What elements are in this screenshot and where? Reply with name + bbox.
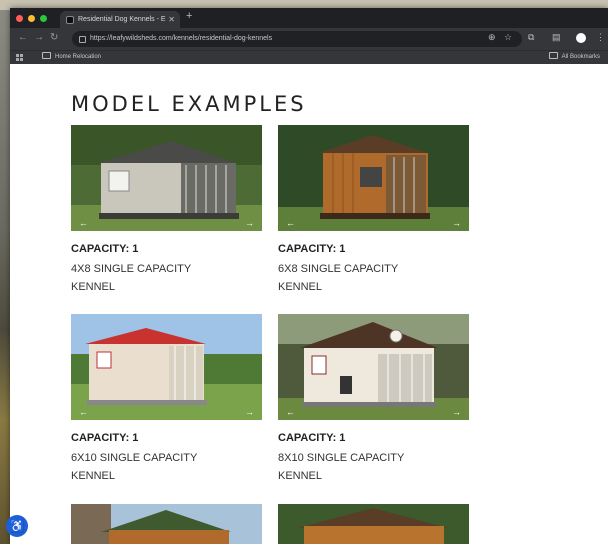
- kennel-photo-partial-2[interactable]: [278, 504, 469, 544]
- model-description: 4X8 SINGLE CAPACITY KENNEL: [71, 263, 192, 293]
- carousel-prev-icon[interactable]: ←: [79, 218, 88, 228]
- back-icon[interactable]: ←: [18, 32, 28, 43]
- site-info-icon[interactable]: [79, 36, 86, 43]
- carousel-prev-icon[interactable]: ←: [286, 218, 295, 228]
- bookmark-home-relocation[interactable]: Home Relocation: [42, 51, 101, 64]
- carousel-next-icon[interactable]: →: [245, 407, 254, 417]
- close-tab-icon[interactable]: ✕: [168, 11, 175, 28]
- carousel-prev-icon[interactable]: ←: [79, 407, 88, 417]
- minimize-window-button[interactable]: [28, 15, 35, 22]
- apps-grid-icon[interactable]: [16, 54, 23, 61]
- kennel-photo-4x8[interactable]: ← →: [71, 125, 262, 231]
- kennel-card-partial-2: [278, 504, 469, 544]
- window-controls: [16, 15, 47, 22]
- carousel-next-icon[interactable]: →: [452, 218, 461, 228]
- profile-avatar[interactable]: [576, 33, 586, 43]
- capacity-label: CAPACITY: 1: [278, 243, 346, 255]
- side-panel-icon[interactable]: ▤: [552, 32, 561, 43]
- maximize-window-button[interactable]: [40, 15, 47, 22]
- carousel-next-icon[interactable]: →: [245, 218, 254, 228]
- browser-tab[interactable]: Residential Dog Kennels - E ✕: [60, 11, 180, 28]
- kennel-card-6x8: ← → CAPACITY: 1 6X8 SINGLE CAPACITY KENN…: [278, 125, 469, 296]
- carousel-prev-icon[interactable]: ←: [286, 407, 295, 417]
- folder-icon: [548, 52, 558, 59]
- carousel-next-icon[interactable]: →: [452, 407, 461, 417]
- bookmarks-bar: Home Relocation All Bookmarks: [10, 50, 608, 64]
- kennel-photo-6x10[interactable]: ← →: [71, 314, 262, 420]
- page-content: MODEL EXAMPLES ← → CAPACITY: 1 4X8 SINGL…: [10, 64, 608, 544]
- install-icon[interactable]: ⊕: [488, 32, 496, 43]
- capacity-label: CAPACITY: 1: [71, 432, 139, 444]
- kennel-photo-8x10[interactable]: ← →: [278, 314, 469, 420]
- reload-icon[interactable]: ↻: [50, 32, 58, 43]
- toolbar: ← → ↻ https://leafywildsheds.com/kennels…: [10, 28, 608, 50]
- capacity-label: CAPACITY: 1: [71, 243, 139, 255]
- forward-icon[interactable]: →: [34, 32, 44, 43]
- kennel-card-6x10: ← → CAPACITY: 1 6X10 SINGLE CAPACITY KEN…: [71, 314, 262, 485]
- kennel-card-8x10: ← → CAPACITY: 1 8X10 SINGLE CAPACITY KEN…: [278, 314, 469, 485]
- page-title: MODEL EXAMPLES: [71, 92, 307, 116]
- star-icon[interactable]: ☆: [504, 32, 512, 43]
- model-description: 8X10 SINGLE CAPACITY KENNEL: [278, 452, 405, 482]
- menu-icon[interactable]: ⋮: [596, 32, 605, 43]
- new-tab-icon[interactable]: +: [186, 10, 192, 22]
- close-window-button[interactable]: [16, 15, 23, 22]
- address-bar[interactable]: https://leafywildsheds.com/kennels/resid…: [72, 31, 522, 47]
- capacity-label: CAPACITY: 1: [278, 432, 346, 444]
- favicon-icon: [66, 16, 74, 24]
- kennel-photo-6x8[interactable]: ← →: [278, 125, 469, 231]
- browser-window: Residential Dog Kennels - E ✕ + ← → ↻ ht…: [10, 8, 608, 544]
- tab-bar: Residential Dog Kennels - E ✕ +: [10, 8, 608, 28]
- model-description: 6X8 SINGLE CAPACITY KENNEL: [278, 263, 399, 293]
- kennel-card-4x8: ← → CAPACITY: 1 4X8 SINGLE CAPACITY KENN…: [71, 125, 262, 296]
- all-bookmarks[interactable]: All Bookmarks: [548, 51, 600, 64]
- url-text: https://leafywildsheds.com/kennels/resid…: [90, 35, 273, 42]
- extensions-icon[interactable]: ⧉: [528, 32, 534, 43]
- kennel-photo-partial-1[interactable]: [71, 504, 262, 544]
- kennel-card-partial-1: [71, 504, 262, 544]
- model-description: 6X10 SINGLE CAPACITY KENNEL: [71, 452, 198, 482]
- folder-icon: [42, 52, 51, 59]
- tab-title: Residential Dog Kennels - E: [78, 16, 166, 23]
- accessibility-icon[interactable]: ♿: [6, 515, 28, 537]
